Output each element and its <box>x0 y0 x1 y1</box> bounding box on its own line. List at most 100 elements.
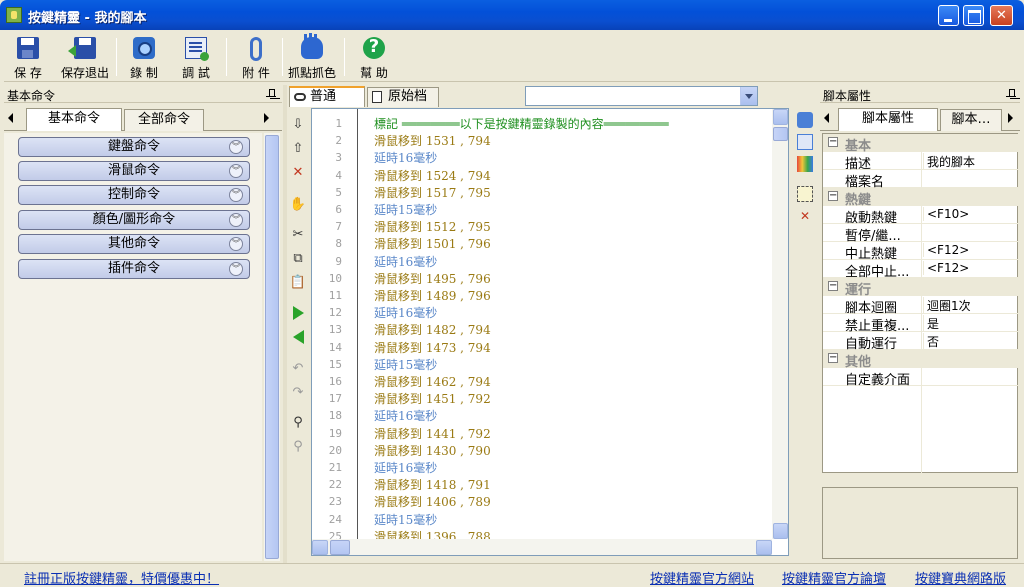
collapse-icon[interactable]: − <box>828 137 838 147</box>
property-row[interactable]: 自動運行否 <box>823 332 1019 352</box>
save-button[interactable]: 保 存 <box>10 34 46 80</box>
collapse-icon[interactable]: − <box>828 353 838 363</box>
tab-script-properties[interactable]: 腳本屬性 <box>838 108 938 131</box>
scrollbar-thumb[interactable] <box>773 127 788 141</box>
command-group-color-image[interactable]: 顏色/圖形命令 ︾ <box>18 210 250 230</box>
code-line[interactable]: 標記 ════════以下是按鍵精靈錄製的內容═════════ <box>374 115 669 132</box>
color-palette-icon[interactable] <box>797 156 813 172</box>
save-exit-button[interactable]: 保存退出 <box>58 34 112 80</box>
code-line[interactable]: 滑鼠移到 1482 , 794 <box>374 321 491 338</box>
help-button[interactable]: 幫 助 <box>354 34 394 80</box>
code-line[interactable]: 滑鼠移到 1418 , 791 <box>374 476 491 493</box>
paste-icon[interactable]: 📋 <box>289 274 307 292</box>
back-icon[interactable] <box>289 328 307 346</box>
property-row[interactable]: 腳本迴圈 迴圈1次 <box>823 296 1019 316</box>
remove-icon[interactable]: ✕ <box>797 208 813 224</box>
code-line[interactable]: 滑鼠移到 1489 , 796 <box>374 287 491 304</box>
script-editor[interactable]: 1 2 3 4 5 6 7 8 9 10 11 12 13 14 15 16 17 18 19 20 21 22 23 24 2… <box>311 108 789 556</box>
find-icon[interactable]: ⚲ <box>289 414 307 432</box>
property-row[interactable]: 暫停/繼... <box>823 224 1019 244</box>
copy-icon[interactable]: ⧉ <box>289 250 307 268</box>
jump-combo[interactable] <box>525 86 758 106</box>
pin-icon[interactable] <box>266 88 276 100</box>
tab-source[interactable]: 原始档 <box>367 87 439 107</box>
code-line[interactable]: 延時16毫秒 <box>374 459 437 476</box>
redo-icon[interactable]: ↷ <box>289 384 307 402</box>
official-forum-link[interactable]: 按鍵精靈官方論壇 <box>782 568 886 587</box>
tab-scroll-right-icon[interactable] <box>264 113 269 123</box>
code-line[interactable]: 滑鼠移到 1406 , 789 <box>374 493 491 510</box>
property-row[interactable]: 全部中止... <F12> <box>823 260 1019 280</box>
property-value[interactable]: <F10> <box>923 207 1017 221</box>
property-row[interactable]: 禁止重複... 是 <box>823 314 1019 334</box>
pin-icon[interactable] <box>1006 88 1016 100</box>
property-row[interactable]: 檔案名 <box>823 170 1019 190</box>
calculator-icon[interactable] <box>797 134 813 150</box>
command-list-scrollbar[interactable] <box>264 133 280 561</box>
code-line[interactable]: 延時16毫秒 <box>374 253 437 270</box>
minimize-button[interactable] <box>938 5 959 26</box>
close-button[interactable]: ✕ <box>990 5 1013 26</box>
maximize-button[interactable] <box>963 5 984 26</box>
tab-scroll-left-icon[interactable] <box>824 113 829 123</box>
collapse-icon[interactable]: − <box>828 191 838 201</box>
replace-icon[interactable]: ⚲ <box>289 438 307 456</box>
property-row[interactable]: 中止熱鍵 <F12> <box>823 242 1019 262</box>
record-button[interactable]: 錄 制 <box>124 34 164 80</box>
code-line[interactable]: 延時15毫秒 <box>374 511 437 528</box>
property-category[interactable]: − 熱鍵 <box>823 188 1019 208</box>
command-group-other[interactable]: 其他命令 ︾ <box>18 234 250 254</box>
property-value[interactable]: 是 <box>923 315 1017 332</box>
scroll-left-icon[interactable] <box>312 540 328 555</box>
command-group-mouse[interactable]: 滑鼠命令 ︾ <box>18 161 250 181</box>
code-line[interactable]: 延時16毫秒 <box>374 304 437 321</box>
scroll-right-icon[interactable] <box>756 540 772 555</box>
cut-icon[interactable]: ✂ <box>289 226 307 244</box>
property-row[interactable]: 自定義介面 <box>823 368 1019 388</box>
code-line[interactable]: 滑鼠移到 1531 , 794 <box>374 132 491 149</box>
collapse-icon[interactable]: − <box>828 281 838 291</box>
debug-button[interactable]: 調 試 <box>176 34 216 80</box>
official-site-link[interactable]: 按鍵精靈官方網站 <box>650 568 754 587</box>
code-line[interactable]: 滑鼠移到 1524 , 794 <box>374 167 491 184</box>
code-line[interactable]: 滑鼠移到 1441 , 792 <box>374 425 491 442</box>
tab-scroll-left-icon[interactable] <box>8 113 13 123</box>
app-icon[interactable] <box>6 7 22 23</box>
attachment-button[interactable]: 附 件 <box>236 34 276 80</box>
chevron-down-icon[interactable] <box>740 87 757 105</box>
move-down-icon[interactable]: ⇩ <box>289 116 307 134</box>
new-item-icon[interactable] <box>797 186 813 202</box>
scrollbar-thumb[interactable] <box>265 135 279 559</box>
tab-scroll-right-icon[interactable] <box>1008 113 1013 123</box>
editor-horizontal-scrollbar[interactable] <box>312 539 772 555</box>
code-line[interactable]: 滑鼠移到 1501 , 796 <box>374 235 491 252</box>
property-row[interactable]: 描述 我的腳本 <box>823 152 1019 172</box>
capture-point-color-button[interactable]: 抓點抓色 <box>284 34 340 80</box>
editor-vertical-scrollbar[interactable] <box>772 109 788 539</box>
code-line[interactable]: 延時15毫秒 <box>374 201 437 218</box>
property-value[interactable]: 我的腳本 <box>923 153 1017 170</box>
tab-script-more[interactable]: 腳本… <box>940 109 1002 131</box>
command-group-keyboard[interactable]: 鍵盤命令 ︾ <box>18 137 250 157</box>
property-category[interactable]: − 其他 <box>823 350 1019 370</box>
code-line[interactable]: 滑鼠移到 1517 , 795 <box>374 184 491 201</box>
property-row[interactable]: 啟動熱鍵 <F10> <box>823 206 1019 226</box>
property-category[interactable]: − 運行 <box>823 278 1019 298</box>
code-line[interactable]: 滑鼠移到 1512 , 795 <box>374 218 491 235</box>
undo-icon[interactable]: ↶ <box>289 360 307 378</box>
handbook-online-link[interactable]: 按鍵寶典網路版 <box>915 568 1006 587</box>
command-group-plugin[interactable]: 插件命令 ︾ <box>18 259 250 279</box>
code-line[interactable]: 滑鼠移到 1430 , 790 <box>374 442 491 459</box>
database-icon[interactable] <box>797 112 813 128</box>
delete-icon[interactable]: ✕ <box>289 164 307 182</box>
code-line[interactable]: 延時16毫秒 <box>374 149 437 166</box>
property-value[interactable]: <F12> <box>923 261 1017 275</box>
scroll-up-icon[interactable] <box>773 109 788 125</box>
play-icon[interactable] <box>289 304 307 322</box>
code-line[interactable]: 滑鼠移到 1451 , 792 <box>374 390 491 407</box>
command-group-control[interactable]: 控制命令 ︾ <box>18 185 250 205</box>
code-line[interactable]: 滑鼠移到 1462 , 794 <box>374 373 491 390</box>
property-value[interactable]: <F12> <box>923 243 1017 257</box>
code-line[interactable]: 延時16毫秒 <box>374 407 437 424</box>
property-category[interactable]: − 基本 <box>823 134 1019 154</box>
